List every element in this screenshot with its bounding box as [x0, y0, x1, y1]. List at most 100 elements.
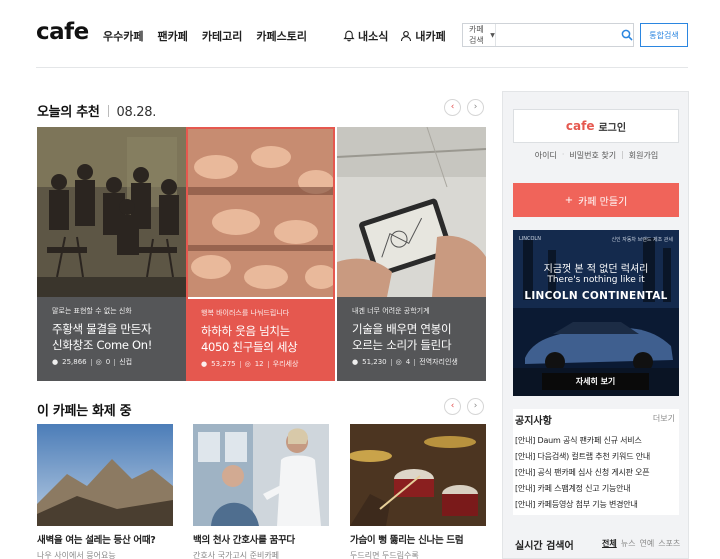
card-title-line2: 4050 친구들의 세상	[201, 340, 298, 354]
search-scope-select[interactable]: 카페검색 ▼	[463, 24, 496, 46]
search-input[interactable]	[495, 24, 621, 46]
realtime-search-title: 실시간 검색어	[515, 541, 574, 552]
search-button[interactable]	[621, 24, 633, 46]
ad-background	[513, 230, 679, 396]
login-brand: cafe	[565, 119, 595, 133]
recommend-card[interactable]: 행복 바이러스를 나눠드립니다 하하하 웃음 넘치는 4050 친구들의 세상 …	[186, 127, 335, 381]
comment-count: 12	[254, 360, 264, 368]
chevron-right-icon: ›	[473, 102, 478, 112]
card-title-line2: 신화창조 Come On!	[52, 338, 153, 352]
gnb-item-category[interactable]: 카테고리	[202, 28, 242, 44]
notice-list: [안내] Daum 공식 팬카페 신규 서비스 [안내] 다음검색) 컬트랩 추…	[515, 433, 650, 513]
chevron-left-icon: ‹	[450, 102, 455, 112]
login-button[interactable]: cafe 로그인	[513, 109, 679, 143]
tablet-illustration	[337, 127, 486, 297]
drum-illustration	[350, 424, 486, 526]
bell-icon	[343, 30, 355, 42]
total-search-button[interactable]: 통합검색	[640, 23, 688, 47]
hot-card[interactable]: 새벽을 여는 설레는 등산 어때? 나우 사이에서 뭉어요능	[37, 424, 173, 559]
hot-card[interactable]: 백의 천사 간호사를 꿈꾸다 간호사 국가고시 준비카페	[193, 424, 329, 559]
gnb-item-best[interactable]: 우수카페	[103, 28, 143, 44]
notice-item[interactable]: [안내] Daum 공식 팬카페 신규 서비스	[515, 433, 650, 449]
my-news-link[interactable]: 내소식	[343, 28, 388, 44]
find-password-link[interactable]: 비밀번호 찾기	[569, 150, 616, 161]
tab-entertainment[interactable]: 연예	[639, 538, 654, 549]
gnb-item-fancafe[interactable]: 팬카페	[157, 28, 187, 44]
global-nav: 우수카페 팬카페 카테고리 카페스토리	[103, 28, 307, 44]
ad-tag: 신인 자동차 브랜드 제조 관세	[611, 237, 673, 243]
next-button[interactable]: ›	[467, 398, 484, 415]
notice-box: 공지사항 더보기 [안내] Daum 공식 팬카페 신규 서비스 [안내] 다음…	[513, 409, 679, 515]
next-button[interactable]: ›	[467, 99, 484, 116]
signup-link[interactable]: 회원가입	[629, 150, 658, 161]
members-icon: ●	[52, 358, 59, 366]
hands-illustration	[188, 129, 333, 297]
members-icon: ●	[352, 358, 359, 366]
plus-icon: +	[564, 194, 574, 206]
make-cafe-label: 카페 만들기	[578, 196, 628, 208]
my-cafe-label: 내카페	[415, 30, 446, 43]
card-title-line1: 기술을 배우면 연봉이	[352, 322, 452, 336]
ad-cta-button[interactable]: 자세히 보기	[542, 373, 649, 390]
lincoln-ad[interactable]: LINCOLN 신인 자동차 브랜드 제조 관세 지금껏 본 적 없던 럭셔리 …	[513, 230, 679, 396]
recommend-nav: ‹ ›	[444, 99, 484, 116]
band-illustration	[37, 127, 186, 297]
mountain-illustration	[37, 424, 173, 526]
user-util: 내소식 내카페	[343, 28, 446, 44]
hot-card-title: 새벽을 여는 설레는 등산 어때?	[37, 535, 156, 546]
search-box: 카페검색 ▼	[462, 23, 634, 47]
person-icon	[401, 30, 412, 42]
comment-icon: ◎	[395, 358, 402, 366]
notice-item[interactable]: [안내] 카페 스팸계정 신고 기능안내	[515, 481, 650, 497]
cafe-tag: 전역자리인생	[419, 358, 458, 366]
my-news-label: 내소식	[358, 30, 389, 43]
hot-card-title: 백의 천사 간호사를 꿈꾸다	[193, 535, 295, 546]
notice-item[interactable]: [안내] 다음검색) 컬트랩 추천 키워드 안내	[515, 449, 650, 465]
ad-brand: LINCOLN	[519, 236, 541, 242]
prev-button[interactable]: ‹	[444, 99, 461, 116]
band-photo	[37, 127, 186, 297]
my-cafe-link[interactable]: 내카페	[400, 28, 446, 44]
link-divider: |	[621, 150, 624, 159]
hot-card-sub: 나우 사이에서 뭉어요능	[37, 551, 116, 559]
chevron-left-icon: ‹	[450, 401, 455, 411]
meta-divider	[390, 358, 392, 366]
member-count: 25,866	[62, 358, 87, 366]
prev-button[interactable]: ‹	[444, 398, 461, 415]
card-title-line2: 오르는 소리가 들린다	[352, 338, 452, 352]
tab-sports[interactable]: 스포츠	[658, 538, 680, 549]
card-subtitle: 말로는 표현할 수 없는 신화	[52, 307, 132, 315]
make-cafe-button[interactable]: + 카페 만들기	[513, 183, 679, 217]
notice-item[interactable]: [안내] 카페등영상 첨부 기능 변경안내	[515, 497, 650, 513]
notice-item[interactable]: [안내] 공식 팬카페 심사 신청 게시판 오픈	[515, 465, 650, 481]
search-icon	[621, 29, 633, 41]
cafe-logo[interactable]: cafe	[36, 19, 89, 45]
recommend-card[interactable]: 말로는 표현할 수 없는 신화 주황색 물결을 만든자 신화창조 Come On…	[37, 127, 186, 381]
tab-news[interactable]: 뉴스	[621, 538, 636, 549]
meta-divider	[114, 358, 116, 366]
meta-divider	[414, 358, 416, 366]
ad-line2: There's nothing like it	[547, 275, 645, 285]
gnb-item-story[interactable]: 카페스토리	[256, 28, 307, 44]
realtime-tabs: 전체 뉴스 연예 스포츠	[602, 538, 680, 549]
find-id-link[interactable]: 아이디	[535, 150, 557, 161]
hot-card[interactable]: 가슴이 뻥 뚫리는 신나는 드럼 두드리면 두드림수록	[350, 424, 486, 559]
link-divider: ·	[561, 150, 565, 159]
recommend-card[interactable]: 내겐 너무 어려운 공학기계 기술을 배우면 연봉이 오르는 소리가 들린다 ●…	[337, 127, 486, 381]
chevron-right-icon: ›	[473, 401, 478, 411]
mountain-photo	[37, 424, 173, 526]
recommend-title-text: 오늘의 추천	[37, 105, 100, 120]
nurse-photo	[193, 424, 329, 526]
card-info: 내겐 너무 어려운 공학기계 기술을 배우면 연봉이 오르는 소리가 들린다 ●…	[337, 297, 486, 381]
nurse-illustration	[193, 424, 329, 526]
drum-photo	[350, 424, 486, 526]
tab-all[interactable]: 전체	[602, 538, 617, 549]
member-count: 53,275	[211, 360, 236, 368]
members-icon: ●	[201, 360, 208, 368]
sidebar: cafe 로그인 아이디 · 비밀번호 찾기 | 회원가입 + 카페 만들기 L…	[502, 91, 689, 559]
member-count: 51,230	[362, 358, 387, 366]
notice-more-link[interactable]: 더보기	[653, 413, 675, 424]
login-links: 아이디 · 비밀번호 찾기 | 회원가입	[503, 150, 690, 161]
caret-down-icon: ▼	[490, 31, 495, 39]
comment-icon: ◎	[95, 358, 102, 366]
